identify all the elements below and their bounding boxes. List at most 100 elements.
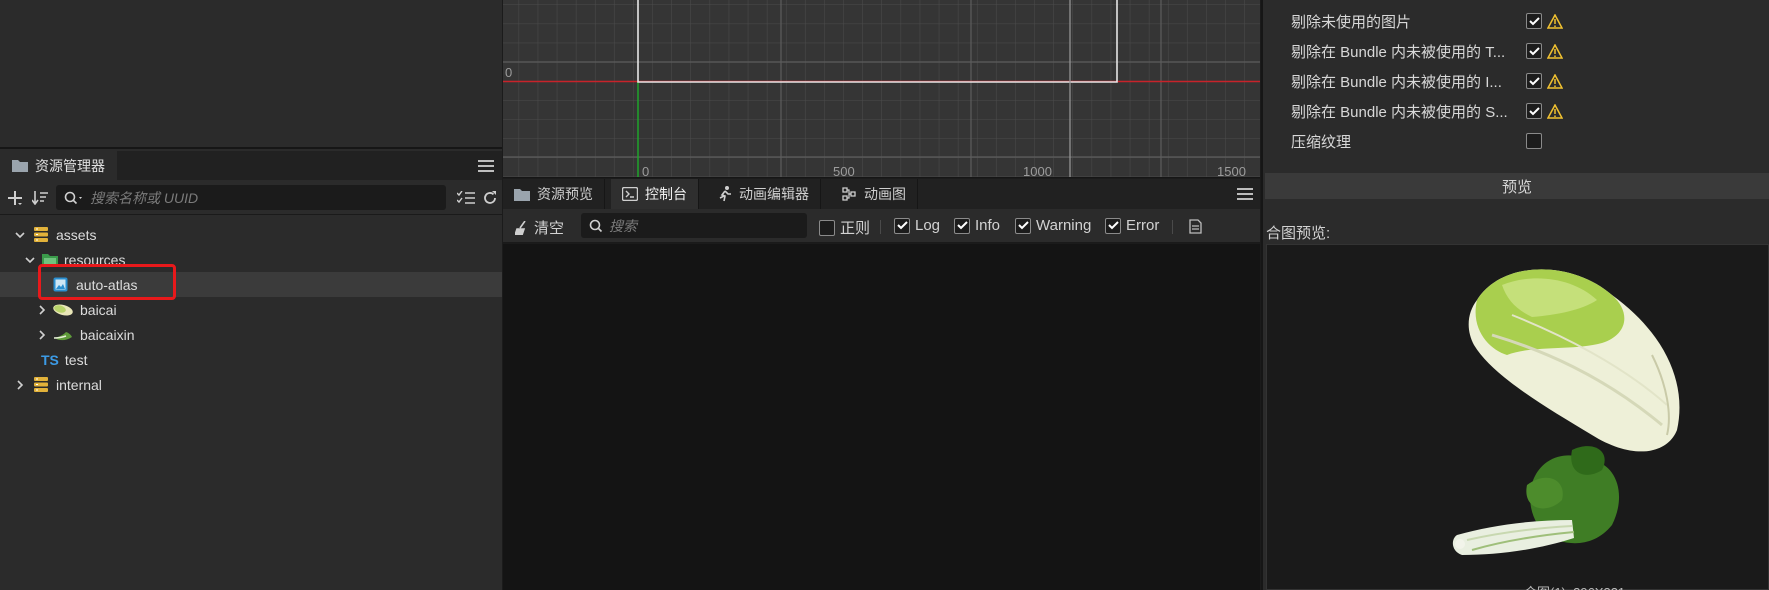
add-icon[interactable] [8, 191, 22, 205]
error-checkbox[interactable]: Error [1105, 217, 1159, 234]
tree-label: internal [56, 376, 102, 393]
database-icon [34, 377, 48, 392]
broom-icon [515, 220, 526, 235]
chevron-down-icon[interactable] [24, 254, 36, 266]
console-tab-bar: 资源预览 控制台 动画编辑器 动画图 [503, 179, 1260, 209]
folder-icon [12, 160, 28, 172]
checkbox-box[interactable] [894, 217, 910, 234]
assets-panel-header: 资源管理器 [0, 151, 502, 180]
divider [1172, 220, 1173, 234]
checkbox-box[interactable] [1105, 217, 1121, 234]
checkbox-box[interactable] [819, 219, 835, 236]
checkbox-box[interactable] [954, 217, 970, 234]
warning-icon [1547, 43, 1563, 59]
checkbox-box[interactable] [1526, 43, 1542, 59]
console-toolbar: 清空 搜索 正则 Log Info Warning Error [503, 209, 1260, 243]
tree-item-baicai[interactable]: baicai [0, 297, 502, 322]
clear-button[interactable]: 清空 [515, 217, 564, 238]
log-checkbox[interactable]: Log [894, 217, 940, 234]
tree-item-assets[interactable]: assets [0, 222, 502, 247]
tab-label: 资源预览 [537, 186, 593, 202]
assets-toolbar: 搜索名称或 UUID [0, 181, 502, 215]
option-label: 剔除在 Bundle 内未被使用的 S... [1291, 103, 1508, 121]
hierarchy-panel-area [0, 0, 502, 149]
tab-label: 控制台 [645, 186, 687, 202]
search-icon [64, 191, 82, 204]
option-label: 压缩纹理 [1291, 133, 1352, 151]
option-remove-unused-textures: 剔除在 Bundle 内未被使用的 T... [1291, 36, 1761, 66]
chevron-down-icon[interactable] [14, 229, 26, 241]
database-icon [34, 227, 48, 242]
checkbox-box[interactable] [1526, 103, 1542, 119]
assets-search-placeholder: 搜索名称或 UUID [90, 189, 199, 206]
leaf-thumb-icon [53, 331, 72, 340]
collapse-all-icon[interactable] [457, 191, 475, 205]
typescript-icon: TS [41, 351, 59, 368]
assets-tab-label: 资源管理器 [35, 157, 105, 174]
checkbox-label: Info [975, 217, 1001, 234]
folder-icon [514, 188, 530, 201]
tree-label: assets [56, 226, 97, 243]
option-label: 剔除在 Bundle 内未被使用的 I... [1291, 73, 1502, 91]
checkbox-box[interactable] [1526, 13, 1542, 29]
divider [880, 220, 881, 234]
option-remove-unused-images-bundle: 剔除在 Bundle 内未被使用的 I... [1291, 66, 1761, 96]
warning-icon [1547, 103, 1563, 119]
tab-animation-graph[interactable]: 动画图 [830, 179, 918, 209]
option-compress-texture: 压缩纹理 [1291, 126, 1761, 156]
regex-checkbox[interactable]: 正则 [819, 217, 870, 238]
highlight-box [38, 264, 176, 300]
tab-label: 动画编辑器 [739, 186, 809, 202]
option-label: 剔除在 Bundle 内未被使用的 T... [1291, 43, 1506, 61]
warning-icon [1547, 73, 1563, 89]
cabbage-illustration [1452, 269, 1680, 555]
console-menu-button[interactable] [1237, 188, 1253, 200]
atlas-preview-label: 合图预览: [1266, 225, 1331, 242]
refresh-icon[interactable] [482, 190, 498, 206]
chevron-right-icon[interactable] [36, 304, 48, 316]
preview-section-header[interactable]: 预览 [1265, 173, 1769, 199]
assets-search-input[interactable]: 搜索名称或 UUID [56, 185, 446, 210]
cabbage-thumb-icon [53, 304, 73, 315]
checkbox-label: Log [915, 217, 941, 234]
running-icon [719, 186, 731, 202]
atlas-preview-image [1266, 244, 1769, 590]
sort-icon[interactable] [32, 191, 48, 205]
tree-label: test [64, 351, 88, 368]
scene-view[interactable]: 0 0 500 1000 1500 [503, 0, 1260, 178]
option-remove-unused-images: 剔除未使用的图片 [1291, 6, 1761, 36]
chevron-right-icon[interactable] [14, 379, 26, 391]
checkbox-label: Error [1126, 217, 1160, 234]
tab-animation-editor[interactable]: 动画编辑器 [707, 179, 821, 209]
checkbox-box[interactable] [1526, 133, 1542, 149]
warning-icon [1547, 13, 1563, 29]
document-icon[interactable] [1189, 219, 1202, 234]
tab-label: 动画图 [864, 186, 906, 202]
tree-item-baicaixin[interactable]: baicaixin [0, 322, 502, 347]
scene-grid: 0 0 500 1000 1500 [503, 0, 1260, 178]
terminal-icon [622, 187, 638, 201]
console-search-input[interactable]: 搜索 [581, 213, 807, 238]
axis-label-x0: 0 [642, 164, 649, 178]
chevron-right-icon[interactable] [36, 329, 48, 341]
graph-icon [842, 187, 856, 201]
assets-menu-button[interactable] [478, 160, 494, 172]
axis-label-y0: 0 [505, 65, 512, 80]
search-icon [589, 219, 603, 232]
tab-asset-preview[interactable]: 资源预览 [503, 179, 605, 209]
tree-item-internal[interactable]: internal [0, 372, 502, 397]
checkbox-box[interactable] [1015, 217, 1031, 234]
tree-item-test[interactable]: TS test [0, 347, 502, 372]
tab-console[interactable]: 控制台 [611, 179, 699, 209]
axis-label-x1000: 1000 [1023, 164, 1052, 178]
warning-checkbox[interactable]: Warning [1015, 217, 1091, 234]
axis-label-x500: 500 [833, 164, 855, 178]
info-checkbox[interactable]: Info [954, 217, 1000, 234]
option-label: 剔除未使用的图片 [1291, 13, 1412, 31]
atlas-size-caption: 合图(1): 296X321 [1524, 582, 1625, 590]
console-log-area[interactable] [503, 244, 1260, 590]
checkbox-box[interactable] [1526, 73, 1542, 89]
option-remove-unused-sprites-bundle: 剔除在 Bundle 内未被使用的 S... [1291, 96, 1761, 126]
console-search-placeholder: 搜索 [609, 217, 637, 234]
tab-assets[interactable]: 资源管理器 [0, 151, 117, 180]
